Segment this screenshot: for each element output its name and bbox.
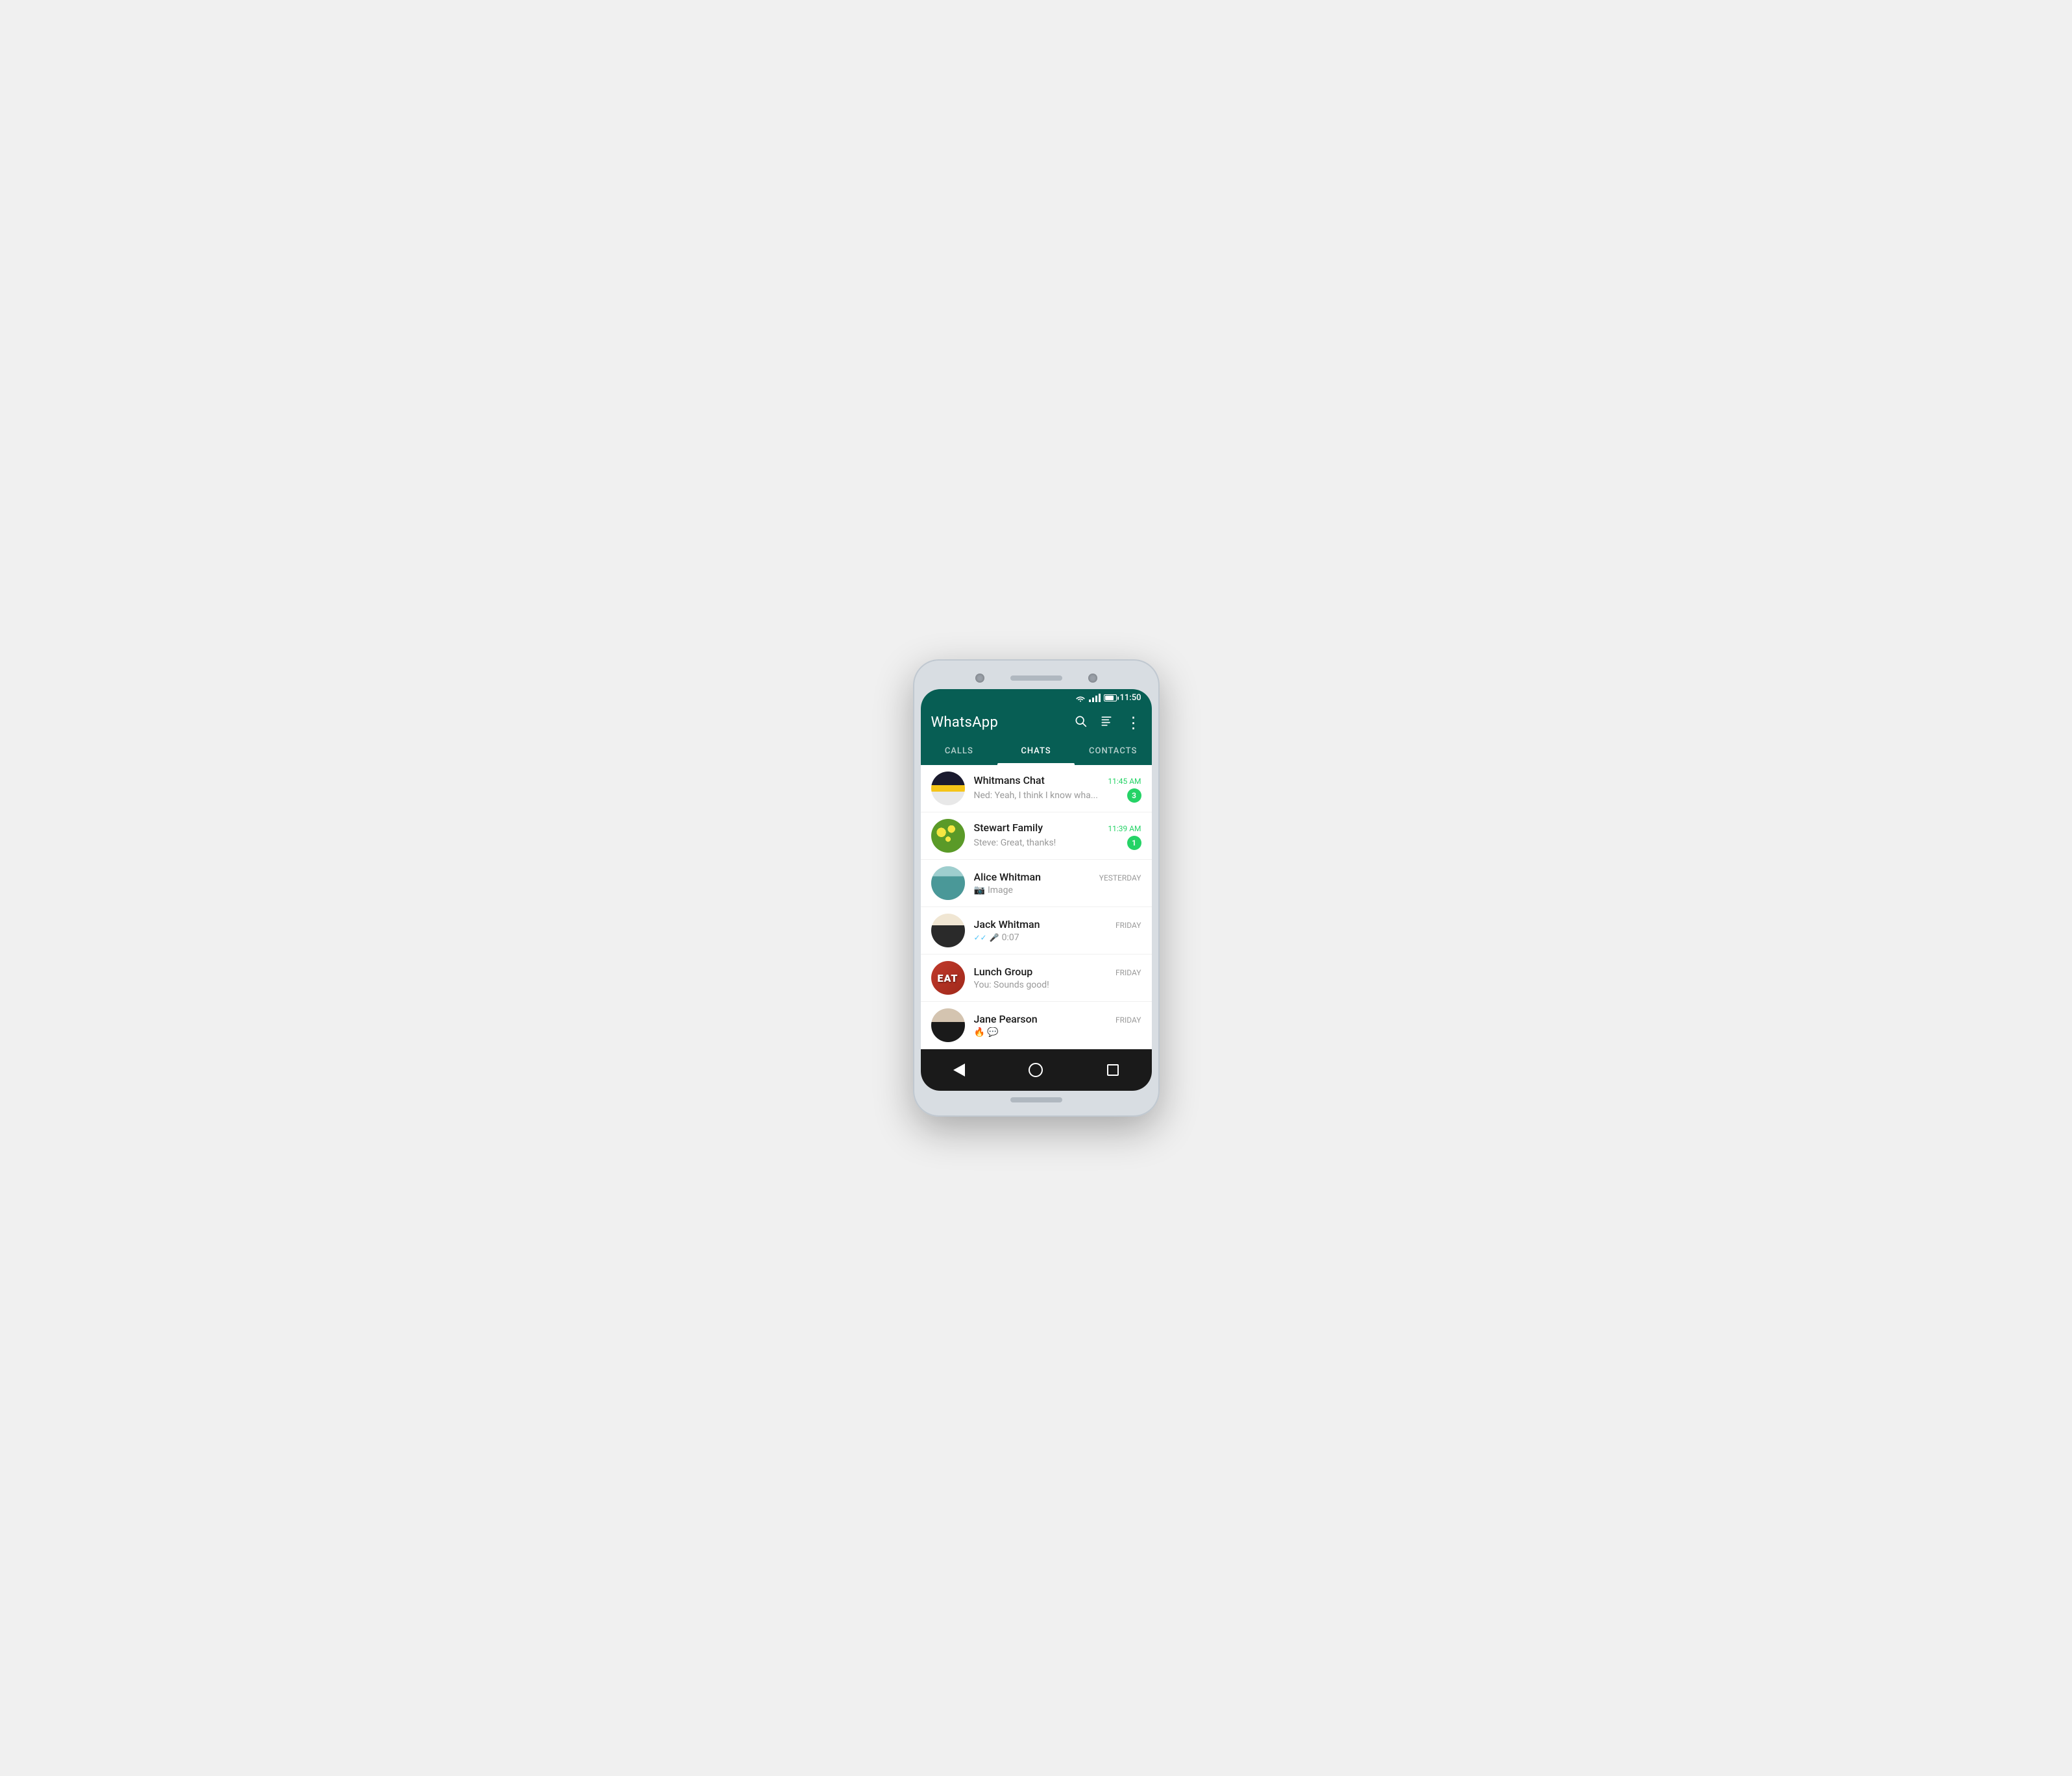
phone-screen: 11:50 WhatsApp: [921, 689, 1152, 1091]
avatar: [931, 772, 965, 805]
avatar-image: [931, 1008, 965, 1042]
chat-top-row: Jane Pearson FRIDAY: [974, 1013, 1141, 1025]
chat-time: FRIDAY: [1115, 968, 1141, 977]
tab-contacts[interactable]: CONTACTS: [1075, 738, 1152, 764]
chat-preview: Ned: Yeah, I think I know wha...: [974, 790, 1127, 801]
chat-bottom-row: 📷 Image: [974, 885, 1141, 895]
tab-calls[interactable]: CALLS: [921, 738, 998, 764]
back-icon: [953, 1064, 965, 1077]
chat-preview: ✓✓ 🎤 0:07: [974, 932, 1141, 943]
avatar: EAT: [931, 961, 965, 995]
broadcast-icon[interactable]: [1100, 714, 1113, 731]
chat-bottom-row: Ned: Yeah, I think I know wha... 3: [974, 788, 1141, 803]
chat-content: Jane Pearson FRIDAY 🔥 💬: [974, 1013, 1141, 1038]
phone-top-hardware: [921, 667, 1152, 689]
unread-badge: 1: [1127, 836, 1141, 850]
chat-time: FRIDAY: [1115, 921, 1141, 930]
status-icons: 11:50: [1075, 693, 1141, 703]
avatar-text: EAT: [937, 972, 958, 984]
chat-content: Lunch Group FRIDAY You: Sounds good!: [974, 966, 1141, 990]
back-button[interactable]: [946, 1057, 972, 1083]
chat-preview: 📷 Image: [974, 885, 1141, 895]
chat-bottom-row: 🔥 💬: [974, 1027, 1141, 1038]
recents-button[interactable]: [1100, 1057, 1126, 1083]
list-item[interactable]: Jack Whitman FRIDAY ✓✓ 🎤 0:07: [921, 907, 1152, 955]
wifi-icon: [1075, 694, 1086, 702]
double-check-icon: ✓✓: [974, 933, 987, 942]
avatar-image: [931, 772, 965, 805]
avatar-image: [931, 866, 965, 900]
more-options-icon[interactable]: ⋮: [1126, 715, 1141, 731]
list-item[interactable]: EAT Lunch Group FRIDAY You: Sounds good!: [921, 955, 1152, 1002]
recents-icon: [1107, 1064, 1119, 1076]
android-nav-bar: [921, 1049, 1152, 1091]
avatar-image: [931, 914, 965, 947]
chat-time: FRIDAY: [1115, 1016, 1141, 1025]
chat-preview: Steve: Great, thanks!: [974, 838, 1127, 848]
chat-top-row: Whitmans Chat 11:45 AM: [974, 774, 1141, 786]
chat-name: Whitmans Chat: [974, 774, 1045, 786]
chat-top-row: Lunch Group FRIDAY: [974, 966, 1141, 978]
mic-icon: 🎤: [990, 933, 999, 942]
chat-bottom-row: Steve: Great, thanks! 1: [974, 836, 1141, 850]
list-item[interactable]: Whitmans Chat 11:45 AM Ned: Yeah, I thin…: [921, 765, 1152, 812]
chat-time: YESTERDAY: [1099, 873, 1141, 882]
chat-list: Whitmans Chat 11:45 AM Ned: Yeah, I thin…: [921, 765, 1152, 1049]
phone-device: 11:50 WhatsApp: [913, 659, 1160, 1117]
chat-content: Whitmans Chat 11:45 AM Ned: Yeah, I thin…: [974, 774, 1141, 803]
front-camera: [975, 674, 984, 683]
avatar: [931, 866, 965, 900]
avatar: [931, 819, 965, 853]
screen-content: 11:50 WhatsApp: [921, 689, 1152, 1091]
chat-time: 11:45 AM: [1108, 777, 1141, 786]
chat-name: Alice Whitman: [974, 871, 1042, 883]
chat-top-row: Stewart Family 11:39 AM: [974, 821, 1141, 834]
earpiece-speaker: [1010, 675, 1062, 681]
chat-name: Jane Pearson: [974, 1013, 1038, 1025]
search-icon[interactable]: [1074, 714, 1087, 731]
app-header: WhatsApp: [921, 707, 1152, 738]
chat-name: Lunch Group: [974, 966, 1033, 978]
phone-bottom-hardware: [921, 1091, 1152, 1109]
status-time: 11:50: [1120, 693, 1141, 703]
tab-chats[interactable]: CHATS: [997, 738, 1075, 764]
home-button[interactable]: [1023, 1057, 1049, 1083]
chat-top-row: Alice Whitman YESTERDAY: [974, 871, 1141, 883]
header-actions: ⋮: [1074, 714, 1141, 731]
chat-content: Jack Whitman FRIDAY ✓✓ 🎤 0:07: [974, 918, 1141, 943]
avatar: [931, 914, 965, 947]
chat-bottom-row: You: Sounds good!: [974, 980, 1141, 990]
tab-bar: CALLS CHATS CONTACTS: [921, 738, 1152, 765]
avatar: [931, 1008, 965, 1042]
unread-badge: 3: [1127, 788, 1141, 803]
chat-content: Alice Whitman YESTERDAY 📷 Image: [974, 871, 1141, 895]
battery-icon: [1104, 694, 1117, 701]
status-bar: 11:50: [921, 689, 1152, 707]
list-item[interactable]: Alice Whitman YESTERDAY 📷 Image: [921, 860, 1152, 907]
app-title: WhatsApp: [931, 714, 999, 731]
chat-bottom-row: ✓✓ 🎤 0:07: [974, 932, 1141, 943]
chat-content: Stewart Family 11:39 AM Steve: Great, th…: [974, 821, 1141, 850]
avatar-image: [931, 819, 965, 853]
bottom-speaker: [1010, 1097, 1062, 1102]
chat-name: Stewart Family: [974, 821, 1043, 834]
signal-icon: [1089, 694, 1101, 702]
chat-name: Jack Whitman: [974, 918, 1040, 931]
home-icon: [1029, 1063, 1043, 1077]
list-item[interactable]: Jane Pearson FRIDAY 🔥 💬: [921, 1002, 1152, 1049]
chat-preview: 🔥 💬: [974, 1027, 1141, 1038]
camera-icon: 📷: [974, 885, 985, 895]
list-item[interactable]: Stewart Family 11:39 AM Steve: Great, th…: [921, 812, 1152, 860]
chat-top-row: Jack Whitman FRIDAY: [974, 918, 1141, 931]
chat-preview: You: Sounds good!: [974, 980, 1141, 990]
sensor: [1088, 674, 1097, 683]
chat-time: 11:39 AM: [1108, 824, 1141, 833]
